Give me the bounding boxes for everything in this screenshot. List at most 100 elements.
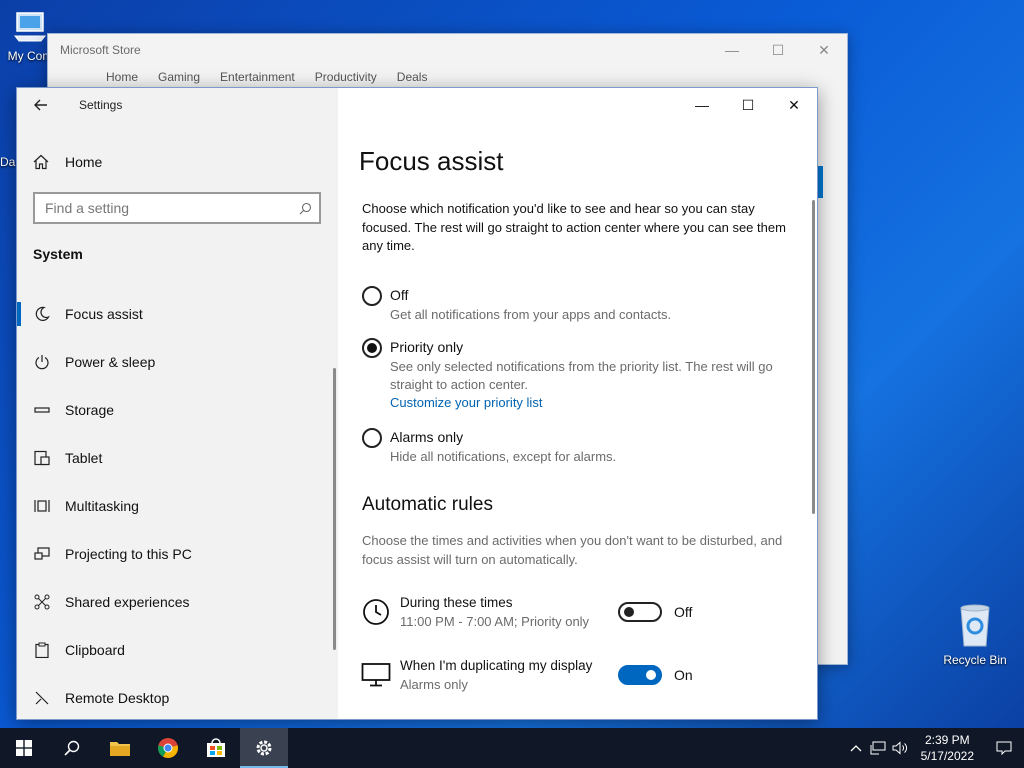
page-description: Choose which notification you'd like to … <box>362 201 786 253</box>
section-label: System <box>33 246 83 262</box>
monitor-icon <box>360 659 392 691</box>
taskbar: 2:39 PM 5/17/2022 <box>0 728 1024 768</box>
radio-button[interactable] <box>362 286 382 306</box>
sidebar-item-projecting[interactable]: Projecting to this PC <box>17 530 338 578</box>
desktop-icon-recycle-bin[interactable]: Recycle Bin <box>940 602 1010 667</box>
sidebar-item-label: Power & sleep <box>65 354 156 370</box>
storage-icon <box>33 401 51 419</box>
tablet-icon <box>33 449 51 467</box>
settings-content: — ☐ ✕ Focus assist Choose which notifica… <box>338 88 817 719</box>
home-label: Home <box>65 154 103 170</box>
sidebar-item-label: Shared experiences <box>65 594 190 610</box>
sidebar-item-label: Remote Desktop <box>65 690 170 706</box>
content-scrollbar[interactable] <box>812 200 815 514</box>
multitasking-icon <box>33 497 51 515</box>
chevron-up-icon[interactable] <box>845 744 867 752</box>
sidebar-item-power-sleep[interactable]: Power & sleep <box>17 338 338 386</box>
store-icon <box>207 738 225 757</box>
radio-label: Off <box>390 287 409 303</box>
radio-alarms-only[interactable]: Alarms only Hide all notifications, exce… <box>362 428 790 466</box>
sidebar-item-label: Tablet <box>65 450 103 466</box>
power-icon <box>33 353 51 371</box>
rule-description: 11:00 PM - 7:00 AM; Priority only <box>400 613 590 629</box>
sidebar-scrollbar[interactable] <box>333 368 336 650</box>
search-taskbar-button[interactable] <box>48 728 96 768</box>
duplicating-display-toggle[interactable] <box>618 665 662 685</box>
automatic-rules-title: Automatic rules <box>362 494 493 515</box>
desktop-icon-label: Recycle Bin <box>943 653 1007 667</box>
minimize-button[interactable]: — <box>679 88 725 122</box>
network-icon[interactable] <box>867 741 889 755</box>
remote-desktop-icon <box>33 689 51 707</box>
rule-duplicating-display[interactable]: When I'm duplicating my display Alarms o… <box>360 653 780 697</box>
sidebar-item-label: Storage <box>65 402 115 418</box>
radio-label: Priority only <box>390 339 464 355</box>
store-taskbar-button[interactable] <box>192 728 240 768</box>
automatic-rules-description: Choose the times and activities when you… <box>362 533 783 567</box>
rule-description: Alarms only <box>400 676 468 692</box>
sidebar-item-label: Multitasking <box>65 498 139 514</box>
customize-priority-link[interactable]: Customize your priority list <box>390 394 790 412</box>
windows-logo-icon <box>16 740 32 756</box>
toggle-state-label: Off <box>674 604 693 620</box>
clock-time: 2:39 PM <box>924 733 970 747</box>
radio-button[interactable] <box>362 428 382 448</box>
sidebar-item-focus-assist[interactable]: Focus assist <box>17 290 338 338</box>
back-arrow-icon <box>34 99 47 111</box>
home-icon <box>33 154 51 170</box>
radio-description: Get all notifications from your apps and… <box>390 307 672 322</box>
recycle-bin-icon <box>940 602 1010 651</box>
notification-center-icon[interactable] <box>984 741 1024 755</box>
sidebar-item-tablet[interactable]: Tablet <box>17 434 338 482</box>
sidebar-item-label: Clipboard <box>65 642 125 658</box>
search-input[interactable] <box>45 200 291 216</box>
settings-window[interactable]: Settings Home System Focus assist Power … <box>16 87 818 720</box>
radio-description: Hide all notifications, except for alarm… <box>390 449 617 464</box>
during-times-toggle[interactable] <box>618 602 662 622</box>
settings-taskbar-button[interactable] <box>240 728 288 768</box>
toggle-state-label: On <box>674 667 693 683</box>
chrome-icon <box>157 738 179 759</box>
chrome-button[interactable] <box>144 728 192 768</box>
folder-icon <box>110 742 130 756</box>
sidebar-item-shared-experiences[interactable]: Shared experiences <box>17 578 338 626</box>
rule-during-these-times[interactable]: During these times 11:00 PM - 7:00 AM; P… <box>360 590 780 634</box>
radio-priority-only[interactable]: Priority only See only selected notifica… <box>362 338 790 412</box>
store-maximize-button[interactable]: ☐ <box>755 34 801 66</box>
start-button[interactable] <box>0 728 48 768</box>
rule-label: During these times <box>400 594 513 610</box>
maximize-button[interactable]: ☐ <box>725 88 771 122</box>
projecting-icon <box>33 545 51 563</box>
shared-icon <box>33 593 51 611</box>
file-explorer-button[interactable] <box>96 728 144 768</box>
home-nav-item[interactable]: Home <box>17 146 102 178</box>
radio-label: Alarms only <box>390 429 464 445</box>
radio-description: See only selected notifications from the… <box>390 359 773 392</box>
clipboard-icon <box>33 641 51 659</box>
sidebar-item-label: Focus assist <box>65 306 143 322</box>
rule-label: When I'm duplicating my display <box>400 657 593 673</box>
sidebar-item-storage[interactable]: Storage <box>17 386 338 434</box>
store-title: Microsoft Store <box>60 43 141 57</box>
store-close-button[interactable]: ✕ <box>801 34 847 66</box>
sidebar-item-clipboard[interactable]: Clipboard <box>17 626 338 674</box>
close-button[interactable]: ✕ <box>771 88 817 122</box>
radio-off[interactable]: Off Get all notifications from your apps… <box>362 286 790 324</box>
search-icon <box>64 740 80 756</box>
store-minimize-button[interactable]: — <box>709 34 755 66</box>
clock[interactable]: 2:39 PM 5/17/2022 <box>921 732 974 764</box>
volume-icon[interactable] <box>889 741 911 755</box>
settings-nav-list: Focus assist Power & sleep Storage Table… <box>17 290 338 722</box>
search-icon[interactable] <box>291 202 319 215</box>
moon-icon <box>33 305 51 323</box>
find-setting-search[interactable] <box>33 192 321 224</box>
sidebar-item-multitasking[interactable]: Multitasking <box>17 482 338 530</box>
back-button[interactable] <box>17 88 65 122</box>
page-title: Focus assist <box>359 146 504 176</box>
gear-icon <box>256 740 272 756</box>
app-title: Settings <box>79 98 123 112</box>
system-tray: 2:39 PM 5/17/2022 <box>845 728 1024 768</box>
sidebar-item-remote-desktop[interactable]: Remote Desktop <box>17 674 338 722</box>
radio-button[interactable] <box>362 338 382 358</box>
clock-icon <box>360 596 392 628</box>
